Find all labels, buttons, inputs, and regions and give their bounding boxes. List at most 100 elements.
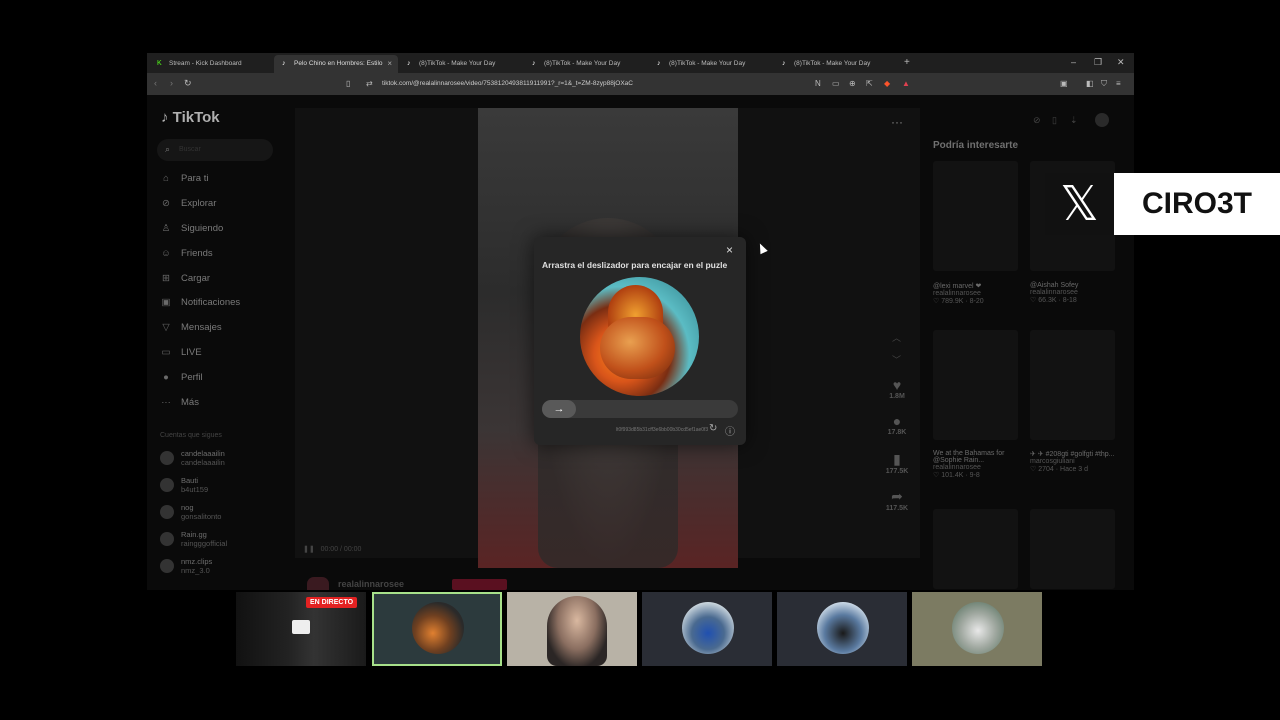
comment-button[interactable]: ● 17.8K: [883, 413, 911, 436]
recommended-video-card[interactable]: [933, 509, 1018, 589]
captcha-slider-handle[interactable]: →: [542, 400, 576, 418]
device-icon[interactable]: ▯: [1052, 115, 1057, 126]
following-handle: b4ut159: [181, 485, 209, 494]
tab-kick-dashboard[interactable]: K Stream - Kick Dashboard: [149, 55, 273, 73]
participant-thumbnail-selected[interactable]: [372, 592, 502, 666]
captcha-title: Arrastra el deslizador para encajar en e…: [542, 260, 728, 270]
video-controls[interactable]: ❚❚ 00:00 / 00:00: [303, 545, 361, 553]
sidebar-toggle-icon[interactable]: ◧: [1086, 79, 1094, 88]
participant-thumbnail[interactable]: [642, 592, 772, 666]
tab-pelo-chino[interactable]: ♪ Pelo Chino en Hombres: Estilo ×: [274, 55, 398, 73]
creator-avatar[interactable]: [307, 577, 329, 590]
x-logo-icon: 𝕏: [1045, 173, 1114, 235]
participant-thumbnail[interactable]: [912, 592, 1042, 666]
refresh-icon[interactable]: ↻: [709, 423, 717, 434]
tab-title: (8)TikTok - Make Your Day: [794, 60, 871, 67]
recommended-video-card[interactable]: [933, 330, 1018, 440]
address-bar: ‹ › ↻ ▯ ⇄ tiktok.com/@realalinnarosee/vi…: [147, 73, 1134, 95]
following-handle: raingggofficial: [181, 539, 228, 548]
user-avatar[interactable]: [1095, 113, 1109, 127]
url-field[interactable]: tiktok.com/@realalinnarosee/video/753812…: [382, 80, 633, 87]
bookmark-icon: ▮: [893, 451, 901, 467]
forward-button[interactable]: ›: [170, 78, 173, 88]
x-handle-text: CIRO3T: [1114, 173, 1280, 235]
close-window-button[interactable]: ✕: [1117, 57, 1125, 68]
nav-mensajes[interactable]: ▽ Mensajes: [159, 322, 222, 338]
search-input[interactable]: ⌕ Buscar: [157, 139, 273, 161]
recommended-video-card[interactable]: [1030, 509, 1115, 589]
brave-shield-icon[interactable]: ◆: [884, 79, 890, 88]
following-handle: candelaaailin: [181, 458, 225, 467]
info-icon[interactable]: ⓘ: [725, 423, 735, 438]
recommended-meta: @Aishah Sofey realalinnarosee ♡ 66.3K · 8-…: [1030, 282, 1078, 304]
screen-share-thumbnail[interactable]: EN DIRECTO: [236, 592, 366, 666]
nav-siguiendo[interactable]: ♙ Siguiendo: [159, 223, 224, 239]
video-stats: ♡ 101.4K · 9-8: [933, 472, 980, 479]
zoom-icon[interactable]: ⊕: [849, 79, 856, 88]
nav-explorar[interactable]: ⊘ Explorar: [159, 198, 216, 214]
creator-handle[interactable]: realalinnarosee: [338, 579, 404, 589]
share-count: 117.5K: [885, 505, 909, 512]
close-tab-icon[interactable]: ×: [387, 59, 392, 68]
close-icon[interactable]: ×: [726, 243, 733, 257]
follow-button[interactable]: [452, 579, 507, 590]
tab-bar: K Stream - Kick Dashboard ♪ Pelo Chino e…: [147, 53, 1134, 73]
share-icon: ➦: [891, 488, 903, 504]
nav-mas[interactable]: ··· Más: [159, 397, 199, 413]
tiktok-logo[interactable]: ♪ TikTok: [161, 109, 220, 126]
like-button[interactable]: ♥ 1.8M: [883, 377, 911, 400]
screen-icon[interactable]: ▭: [832, 79, 840, 88]
live-icon: ▭: [161, 347, 171, 358]
back-button[interactable]: ‹: [154, 78, 157, 88]
participant-thumbnail[interactable]: [777, 592, 907, 666]
live-badge: EN DIRECTO: [306, 597, 358, 608]
recommended-video-card[interactable]: [933, 161, 1018, 271]
tab-tiktok-4[interactable]: ♪ (8)TikTok - Make Your Day: [774, 55, 898, 73]
chevron-up-icon[interactable]: ︿: [892, 331, 901, 344]
nav-label: Para ti: [181, 173, 209, 184]
avatar: [160, 478, 174, 492]
browser-window: K Stream - Kick Dashboard ♪ Pelo Chino e…: [147, 53, 1134, 95]
video-author: marcosgiuliani: [1030, 458, 1075, 465]
tab-tiktok-2[interactable]: ♪ (8)TikTok - Make Your Day: [524, 55, 648, 73]
avatar: [160, 532, 174, 546]
nav-notificaciones[interactable]: ▣ Notificaciones: [159, 297, 241, 313]
tab-tiktok-3[interactable]: ♪ (8)TikTok - Make Your Day: [649, 55, 773, 73]
minimize-button[interactable]: –: [1071, 57, 1076, 67]
more-icon: ···: [161, 397, 171, 408]
nav-cargar[interactable]: ⊞ Cargar: [159, 273, 210, 289]
download-icon[interactable]: ⇣: [1070, 115, 1078, 126]
share-icon[interactable]: ⇱: [866, 79, 873, 88]
recommended-video-card[interactable]: [1030, 330, 1115, 440]
nav-perfil[interactable]: ● Perfil: [159, 372, 203, 388]
recommended-meta: ✈ ✈ #208gti #golfgti #thp... marcosgiulia…: [1030, 450, 1115, 473]
heart-icon: ♥: [892, 377, 902, 393]
share-button[interactable]: ➦ 117.5K: [883, 488, 911, 512]
tab-tiktok-1[interactable]: ♪ (8)TikTok - Make Your Day: [399, 55, 523, 73]
reader-icon[interactable]: N: [815, 79, 821, 88]
wallet-icon[interactable]: ▣: [1060, 79, 1068, 88]
tiktok-icon: ♪: [782, 60, 786, 67]
webcam-thumbnail[interactable]: [507, 592, 637, 666]
tab-title: Pelo Chino en Hombres: Estilo: [294, 60, 383, 67]
home-icon: ⌂: [163, 173, 169, 184]
recommended-meta: We at the Bahamas for @Sophie Rain... rea…: [933, 450, 1018, 479]
rewards-icon[interactable]: ▲: [902, 79, 910, 88]
new-tab-button[interactable]: +: [904, 57, 910, 68]
save-button[interactable]: ▮ 177.5K: [883, 451, 911, 475]
nav-para-ti[interactable]: ⌂ Para ti: [159, 173, 208, 189]
nav-live[interactable]: ▭ LIVE: [159, 347, 202, 363]
chevron-down-icon[interactable]: ﹀: [892, 353, 901, 366]
nav-label: Mensajes: [181, 322, 222, 333]
menu-icon[interactable]: ≡: [1116, 79, 1121, 88]
bookmark-icon[interactable]: ▯: [346, 79, 350, 88]
participant-avatar: [952, 602, 1004, 654]
vpn-icon[interactable]: ⛉: [1101, 79, 1107, 89]
reload-button[interactable]: ↻: [184, 78, 192, 89]
more-options-icon[interactable]: ···: [891, 115, 903, 129]
captcha-modal: × Arrastra el deslizador para encajar en…: [534, 237, 746, 445]
site-info-icon[interactable]: ⇄: [366, 79, 373, 88]
restore-button[interactable]: ❐: [1094, 57, 1102, 68]
collection-icon[interactable]: ⊘: [1033, 115, 1041, 126]
nav-friends[interactable]: ☺ Friends: [159, 248, 213, 264]
